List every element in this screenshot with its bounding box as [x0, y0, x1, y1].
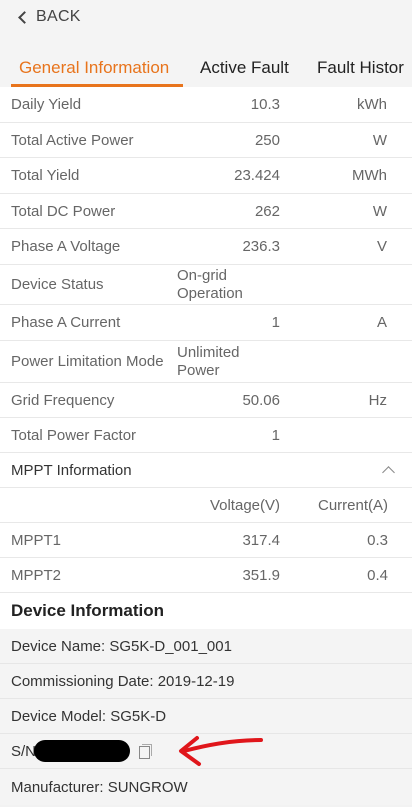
- redaction-bar: [34, 740, 131, 762]
- info-value: 1: [271, 314, 280, 331]
- red-arrow-annotation: [179, 736, 263, 766]
- top-bar: BACK: [0, 0, 412, 34]
- info-unit: A: [376, 314, 387, 331]
- info-row-phase-a-current: Phase A Current 1 A: [0, 305, 412, 341]
- info-label: Power Limitation Mode: [11, 353, 164, 370]
- serial-number-label: S/N: [11, 742, 37, 760]
- commissioning-date-row: Commissioning Date: 2019-12-19: [0, 664, 412, 699]
- mppt-voltage: 317.4: [242, 531, 280, 549]
- mppt-col-voltage: Voltage(V): [209, 496, 280, 514]
- info-unit: Hz: [368, 391, 387, 409]
- general-info-list: Daily Yield 10.3 kWh Total Active Power …: [0, 87, 412, 629]
- info-unit: W: [372, 131, 387, 149]
- mppt-voltage: 351.9: [242, 566, 280, 584]
- device-info-title: Device Information: [0, 593, 412, 629]
- info-row-power-limitation-mode: Power Limitation Mode Unlimited Power: [0, 341, 412, 383]
- mppt-current: 0.3: [367, 531, 388, 549]
- mppt-row: MPPT1 317.4 0.3: [0, 523, 412, 558]
- back-label: BACK: [36, 8, 81, 25]
- info-unit: V: [376, 238, 387, 255]
- info-row-total-active-power: Total Active Power 250 W: [0, 123, 412, 158]
- info-unit: W: [372, 202, 387, 220]
- info-label: Device Status: [11, 276, 104, 293]
- info-value: 10.3: [250, 96, 280, 113]
- info-value: 262: [254, 202, 280, 220]
- mppt-col-current: Current(A): [317, 496, 388, 514]
- info-unit: kWh: [357, 96, 387, 113]
- info-label: Total DC Power: [11, 202, 116, 220]
- info-value: 236.3: [242, 238, 280, 255]
- mppt-row: MPPT2 351.9 0.4: [0, 558, 412, 593]
- tab-active-fault[interactable]: Active Fault: [200, 34, 289, 87]
- info-row-daily-yield: Daily Yield 10.3 kWh: [0, 87, 412, 123]
- tab-bar: General Information Active Fault Fault H…: [0, 34, 412, 87]
- info-value: On-grid Operation: [177, 266, 243, 302]
- mppt-header-row: Voltage(V) Current(A): [0, 488, 412, 523]
- back-button[interactable]: BACK: [18, 8, 81, 26]
- info-label: Phase A Voltage: [11, 238, 121, 255]
- info-label: Total Yield: [11, 167, 80, 184]
- device-model-row: Device Model: SG5K-D: [0, 699, 412, 734]
- mppt-section-title: MPPT Information: [11, 461, 132, 479]
- tab-fault-history[interactable]: Fault Histor: [317, 34, 404, 87]
- info-label: Grid Frequency: [11, 391, 115, 409]
- info-value: 23.424: [234, 167, 280, 184]
- info-label: Daily Yield: [11, 96, 82, 113]
- tab-general-information[interactable]: General Information: [10, 34, 184, 87]
- info-value: 1: [271, 426, 280, 444]
- device-name-row: Device Name: SG5K-D_001_001: [0, 629, 412, 664]
- copy-icon[interactable]: [139, 744, 153, 759]
- info-unit: MWh: [352, 167, 387, 184]
- info-row-total-power-factor: Total Power Factor 1: [0, 418, 412, 453]
- info-row-grid-frequency: Grid Frequency 50.06 Hz: [0, 383, 412, 418]
- chevron-up-icon[interactable]: [382, 466, 395, 479]
- info-row-total-dc-power: Total DC Power 262 W: [0, 194, 412, 229]
- chevron-left-icon: [18, 11, 31, 24]
- mppt-name: MPPT1: [11, 531, 62, 549]
- mppt-section-header[interactable]: MPPT Information: [0, 453, 412, 488]
- info-label: Total Active Power: [11, 131, 134, 149]
- info-label: Phase A Current: [11, 314, 121, 331]
- mppt-name: MPPT2: [11, 566, 62, 584]
- info-row-device-status: Device Status On-grid Operation: [0, 265, 412, 305]
- info-value: 250: [254, 131, 280, 149]
- info-value: 50.06: [242, 391, 280, 409]
- mppt-current: 0.4: [367, 566, 388, 584]
- info-row-phase-a-voltage: Phase A Voltage 236.3 V: [0, 229, 412, 265]
- info-row-total-yield: Total Yield 23.424 MWh: [0, 158, 412, 194]
- info-value: Unlimited Power: [177, 343, 240, 379]
- info-label: Total Power Factor: [11, 426, 137, 444]
